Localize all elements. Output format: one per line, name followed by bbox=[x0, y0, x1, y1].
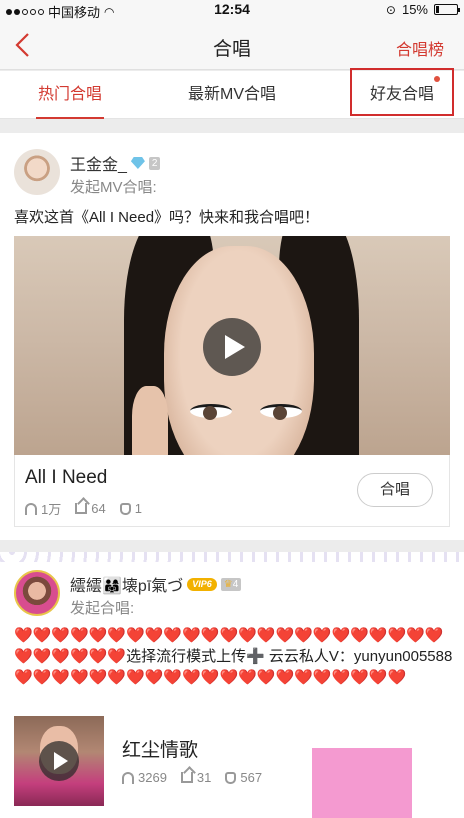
rotation-lock-icon: ⊙ bbox=[385, 2, 396, 17]
tab-bar: 热门合唱 最新MV合唱 好友合唱 bbox=[0, 68, 464, 119]
nav-bar: 合唱 合唱榜 bbox=[0, 20, 464, 70]
level-badge: 2 bbox=[148, 156, 161, 170]
tab-label: 热门合唱 bbox=[37, 86, 102, 103]
song-cover-thumbnail[interactable] bbox=[14, 716, 104, 806]
tab-latest-mv-chorus[interactable]: 最新MV合唱 bbox=[180, 71, 284, 119]
chorus-ranking-link[interactable]: 合唱榜 bbox=[396, 36, 444, 60]
listen-count-value: 3269 bbox=[138, 770, 167, 785]
crown-level-badge: ♛4 bbox=[220, 577, 242, 591]
song-title: 红尘情歌 bbox=[122, 740, 199, 761]
share-count: 64 bbox=[75, 501, 106, 516]
video-image-part bbox=[132, 386, 168, 455]
page-title: 合唱 bbox=[212, 39, 251, 60]
share-count: 31 bbox=[180, 770, 212, 785]
chorus-post-card[interactable]: 王金金_ 2 发起MV合唱: 喜欢这首《All I Need》吗？快来和我合唱吧… bbox=[0, 133, 464, 540]
post-type: 发起合唱: bbox=[70, 600, 135, 617]
watermark-block bbox=[312, 748, 412, 818]
battery-percent: 15% bbox=[401, 2, 428, 17]
headphones-icon bbox=[122, 771, 134, 784]
song-title: All I Need bbox=[25, 467, 108, 488]
post-type: 发起MV合唱: bbox=[70, 179, 157, 196]
status-bar: 中国移动 ◠ 12:54 ⊙ 15% bbox=[0, 0, 464, 20]
battery-icon bbox=[434, 4, 460, 15]
crown-level-value: 4 bbox=[232, 578, 239, 590]
song-stats: 3269 31 567 bbox=[122, 770, 262, 785]
play-icon[interactable] bbox=[203, 318, 261, 376]
listen-count-value: 1万 bbox=[41, 502, 62, 517]
username-row: 繧繧👨‍👩‍👧壊pī氣づ VIP6 ♛4 bbox=[70, 572, 242, 596]
avatar[interactable] bbox=[14, 149, 60, 195]
active-tab-underline bbox=[36, 117, 104, 119]
username[interactable]: 王金金_ bbox=[70, 151, 127, 175]
listen-count: 3269 bbox=[122, 770, 167, 785]
vip-badge: VIP6 bbox=[187, 577, 217, 591]
mv-video-thumbnail[interactable] bbox=[14, 236, 450, 455]
post-message: ❤️❤️❤️❤️❤️❤️❤️❤️❤️❤️❤️❤️❤️❤️❤️❤️❤️❤️❤️❤️… bbox=[14, 625, 454, 688]
thumbs-up-icon bbox=[225, 771, 237, 784]
headphones-icon bbox=[25, 502, 37, 515]
like-count: 1 bbox=[119, 501, 142, 516]
decorative-border bbox=[0, 552, 464, 562]
username[interactable]: 繧繧👨‍👩‍👧壊pī氣づ bbox=[70, 572, 183, 596]
tab-label: 最新MV合唱 bbox=[187, 86, 276, 103]
tab-hot-chorus[interactable]: 热门合唱 bbox=[28, 71, 112, 119]
username-row: 王金金_ 2 bbox=[70, 151, 161, 175]
thumbs-up-icon bbox=[119, 502, 131, 515]
like-count: 567 bbox=[225, 770, 262, 785]
video-image-part bbox=[190, 404, 232, 420]
heart-emoji-row: ❤️❤️❤️❤️❤️❤️❤️❤️❤️❤️❤️❤️❤️❤️❤️❤️❤️❤️❤️❤️… bbox=[14, 669, 407, 686]
like-count-value: 567 bbox=[240, 770, 263, 785]
highlight-box bbox=[350, 68, 454, 116]
song-info: All I Need 1万 64 1 合唱 bbox=[14, 455, 450, 527]
notification-dot bbox=[434, 76, 440, 82]
join-chorus-button[interactable]: 合唱 bbox=[357, 473, 433, 507]
song-stats: 1万 64 1 bbox=[25, 499, 142, 518]
diamond-icon bbox=[130, 157, 145, 169]
share-icon bbox=[75, 503, 88, 514]
post-message: 喜欢这首《All I Need》吗？快来和我合唱吧！ bbox=[14, 209, 320, 226]
like-count-value: 1 bbox=[134, 501, 142, 516]
crown-icon: ♛ bbox=[223, 578, 233, 590]
listen-count: 1万 bbox=[25, 499, 61, 518]
share-count-value: 31 bbox=[196, 770, 212, 785]
share-count-value: 64 bbox=[91, 501, 106, 516]
battery-area: ⊙ 15% bbox=[385, 2, 460, 17]
video-image-part bbox=[260, 404, 302, 420]
share-icon bbox=[180, 772, 193, 783]
post-message-text: 选择流行模式上传➕ 云云私人V：yunyun005588 bbox=[126, 648, 453, 665]
avatar[interactable] bbox=[14, 570, 60, 616]
tab-friends-chorus[interactable]: 好友合唱 bbox=[350, 68, 454, 119]
play-icon[interactable] bbox=[39, 741, 79, 781]
